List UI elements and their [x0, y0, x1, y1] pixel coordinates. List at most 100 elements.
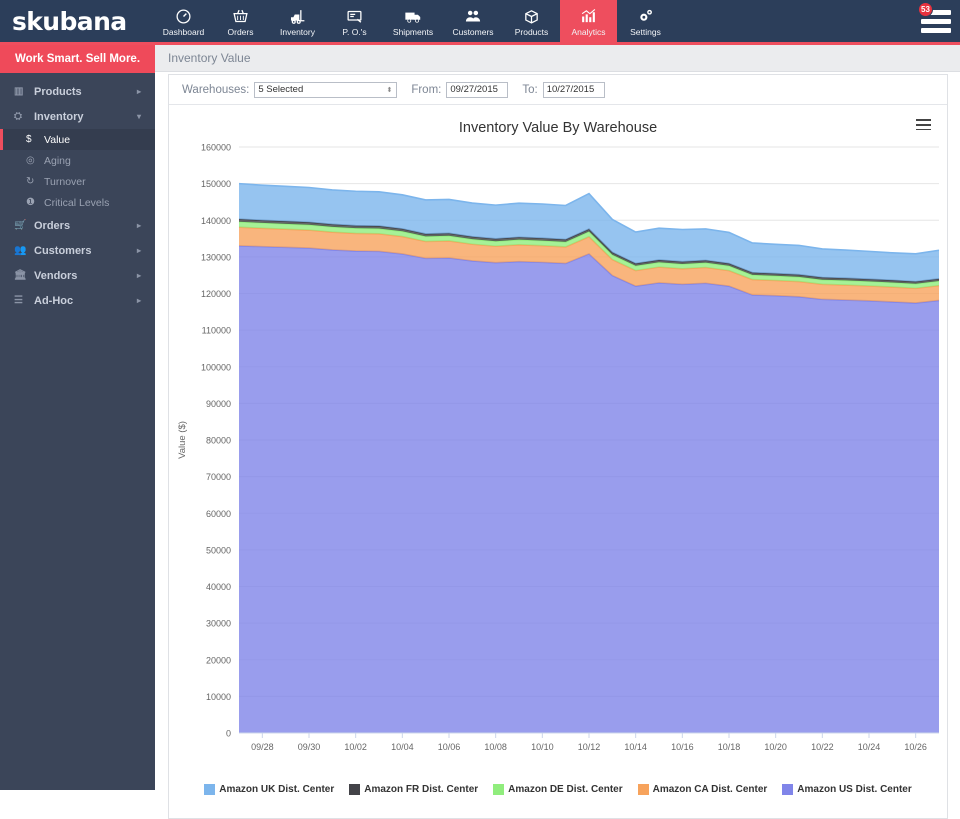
- y-axis-tick-label: 50000: [206, 545, 231, 555]
- sidebar-item-label: Critical Levels: [44, 196, 110, 209]
- y-axis-tick-label: 0: [226, 729, 231, 739]
- nav-item-settings[interactable]: Settings: [617, 0, 674, 42]
- y-axis-tick-label: 140000: [201, 216, 231, 226]
- x-axis-tick-label: 09/28: [251, 742, 274, 752]
- nav-label: P. O.'s: [342, 27, 367, 37]
- nav-item-products[interactable]: Products: [503, 0, 560, 42]
- top-navigation-bar: skubana Dashboard Orders Inventory P. O.…: [0, 0, 960, 42]
- sidebar-item-vendors[interactable]: 🏛 Vendors ▸: [0, 263, 155, 288]
- sidebar-item-label: Aging: [44, 154, 71, 167]
- chevron-right-icon: ▸: [136, 87, 141, 96]
- menu-bar-icon: [921, 27, 951, 33]
- from-date-input[interactable]: 09/27/2015: [446, 81, 509, 98]
- from-label: From:: [411, 83, 442, 96]
- filter-toolbar: Warehouses: 5 Selected ⬍ From: 09/27/201…: [169, 75, 947, 105]
- y-axis-tick-label: 10000: [206, 692, 231, 702]
- nav-label: Dashboard: [162, 27, 205, 37]
- nav-item-purchase-orders[interactable]: P. O.'s: [326, 0, 383, 42]
- sidebar-item-label: Customers: [34, 244, 92, 257]
- x-axis-tick-label: 10/26: [904, 742, 927, 752]
- x-axis-tick-label: 10/14: [624, 742, 647, 752]
- clock-icon: ◎: [26, 155, 35, 166]
- x-axis-tick-label: 09/30: [298, 742, 321, 752]
- nav-label: Inventory: [280, 27, 315, 37]
- x-axis-tick-label: 10/20: [764, 742, 787, 752]
- chart-container: Inventory Value By Warehouse 0 10000 20000…: [169, 105, 947, 805]
- nav-item-dashboard[interactable]: Dashboard: [155, 0, 212, 42]
- nav-item-analytics[interactable]: Analytics: [560, 0, 617, 42]
- sidebar-tagline: Work Smart. Sell More.: [0, 45, 155, 73]
- menu-bar-icon: [921, 18, 951, 24]
- inventory-icon: ⛭: [14, 111, 22, 122]
- top-nav-items: Dashboard Orders Inventory P. O.'s Shipm: [155, 0, 674, 42]
- x-axis-tick-label: 10/16: [671, 742, 694, 752]
- warehouses-value: 5 Selected: [258, 84, 304, 95]
- chevron-down-icon: ⬍: [386, 86, 393, 94]
- x-axis-tick-label: 10/12: [578, 742, 601, 752]
- nav-label: Orders: [227, 27, 254, 37]
- sliders-icon: ☰: [14, 295, 23, 306]
- refresh-icon: ↻: [26, 176, 35, 187]
- x-axis-tick-label: 10/18: [718, 742, 741, 752]
- forklift-icon: [289, 7, 307, 25]
- sidebar-item-orders[interactable]: 🛒 Orders ▸: [0, 213, 155, 238]
- nav-label: Shipments: [392, 27, 434, 37]
- vendor-icon: 🏛: [14, 270, 27, 281]
- to-label: To:: [522, 83, 538, 96]
- notification-badge[interactable]: 53: [918, 2, 933, 17]
- page-title: Inventory Value: [155, 45, 960, 72]
- stacked-area-chart: 0 10000 20000 30000 40000 50000 60000 70000 8000…: [177, 143, 940, 752]
- y-axis-tick-label: 40000: [206, 582, 231, 592]
- warehouses-select[interactable]: 5 Selected ⬍: [254, 81, 398, 98]
- sidebar-item-aging[interactable]: ◎ Aging: [0, 150, 155, 171]
- y-axis-tick-label: 20000: [206, 655, 231, 665]
- basket-icon: [232, 7, 249, 25]
- nav-label: Analytics: [571, 27, 606, 37]
- sidebar-item-inventory[interactable]: ⛭ Inventory ▾: [0, 104, 155, 129]
- sidebar-item-label: Ad-Hoc: [34, 294, 74, 307]
- nav-item-orders[interactable]: Orders: [212, 0, 269, 42]
- sidebar-item-value[interactable]: $ Value: [0, 129, 155, 150]
- sidebar-item-customers[interactable]: 👥 Customers ▸: [0, 238, 155, 263]
- sidebar-item-label: Turnover: [44, 175, 86, 188]
- brand-logo[interactable]: skubana: [0, 0, 155, 42]
- gauge-icon: [175, 7, 192, 25]
- nav-label: Customers: [452, 27, 494, 37]
- nav-item-shipments[interactable]: Shipments: [383, 0, 443, 42]
- grid-icon: ▥: [14, 86, 24, 97]
- nav-label: Products: [514, 27, 549, 37]
- sidebar: Work Smart. Sell More. ▥ Products ▸ ⛭ In…: [0, 45, 155, 790]
- x-axis-tick-label: 10/04: [391, 742, 414, 752]
- chevron-right-icon: ▸: [136, 296, 141, 305]
- cart-icon: 🛒: [14, 220, 27, 231]
- y-axis-tick-label: 90000: [206, 399, 231, 409]
- y-axis-tick-label: 110000: [202, 326, 231, 336]
- x-axis-tick-label: 10/24: [858, 742, 881, 752]
- sidebar-item-products[interactable]: ▥ Products ▸: [0, 79, 155, 104]
- sidebar-item-label: Vendors: [34, 269, 78, 282]
- bar-chart-icon: [580, 7, 597, 25]
- to-date-input[interactable]: 10/27/2015: [542, 81, 605, 98]
- nav-item-customers[interactable]: Customers: [443, 0, 503, 42]
- area-series: [239, 245, 939, 733]
- sidebar-item-label: Value: [44, 133, 71, 146]
- content-area: Inventory Value Warehouses: 5 Selected ⬍…: [155, 45, 960, 819]
- nav-item-inventory[interactable]: Inventory: [269, 0, 326, 42]
- nav-label: Settings: [630, 27, 661, 37]
- y-axis-tick-label: 80000: [206, 436, 231, 446]
- main-menu-button[interactable]: 53: [912, 0, 960, 42]
- dollar-icon: $: [26, 134, 32, 145]
- warehouses-label: Warehouses:: [182, 83, 250, 96]
- inventory-value-panel: Warehouses: 5 Selected ⬍ From: 09/27/201…: [168, 74, 948, 819]
- x-axis-tick-label: 10/02: [344, 742, 367, 752]
- sidebar-item-ad-hoc[interactable]: ☰ Ad-Hoc ▸: [0, 288, 155, 313]
- chevron-right-icon: ▸: [136, 271, 141, 280]
- sidebar-item-label: Inventory: [34, 110, 84, 123]
- info-icon: ❶: [26, 197, 35, 208]
- y-axis-tick-label: 70000: [206, 472, 231, 482]
- sidebar-item-turnover[interactable]: ↻ Turnover: [0, 171, 155, 192]
- box-icon: [523, 7, 540, 25]
- x-axis-tick-label: 10/22: [811, 742, 834, 752]
- sidebar-item-critical-levels[interactable]: ❶ Critical Levels: [0, 192, 155, 213]
